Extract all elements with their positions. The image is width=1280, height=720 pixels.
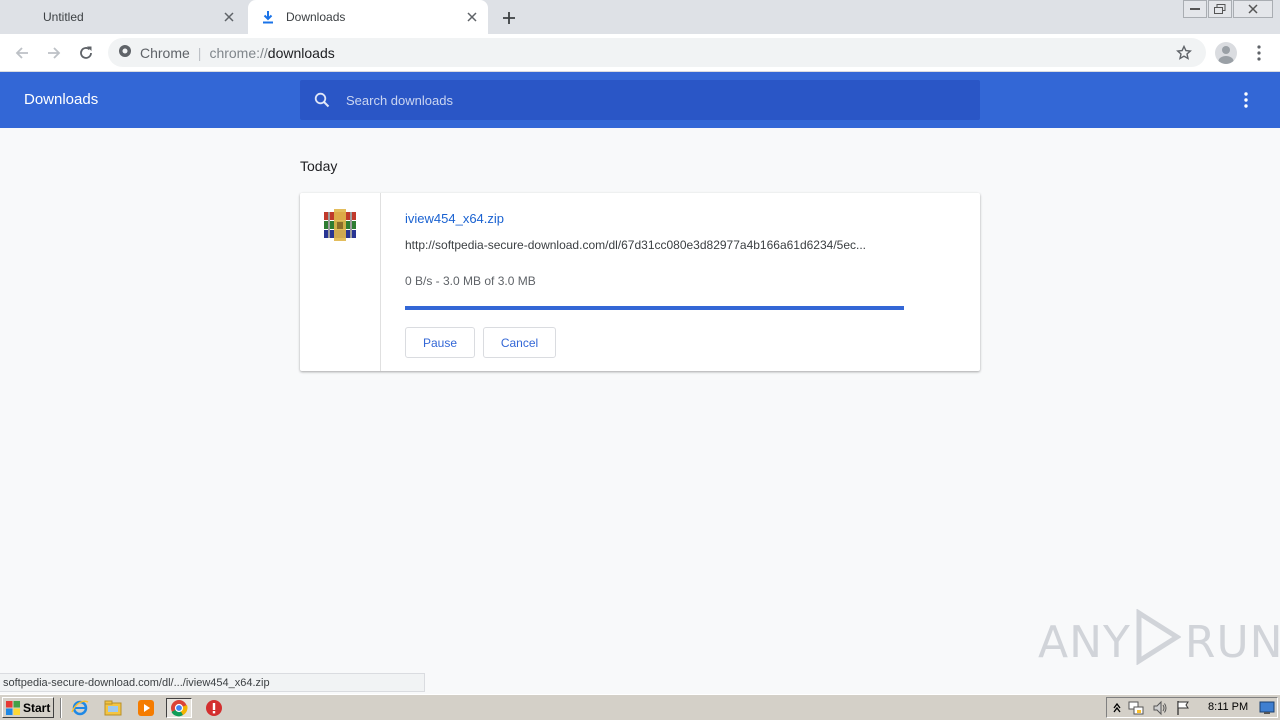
file-name-link[interactable]: iview454_x64.zip	[405, 211, 504, 226]
status-bubble: softpedia-secure-download.com/dl/.../ivi…	[0, 673, 425, 692]
start-label: Start	[23, 700, 51, 715]
play-logo-icon	[1135, 607, 1182, 676]
tab-title: Untitled	[43, 10, 84, 24]
archive-file-icon	[323, 209, 357, 241]
close-window-button[interactable]	[1233, 0, 1273, 18]
section-date: Today	[300, 158, 338, 174]
search-input[interactable]	[346, 92, 946, 108]
url-scheme: chrome://	[209, 44, 268, 61]
chrome-taskbar-icon[interactable]	[166, 698, 192, 718]
chrome-menu-icon[interactable]	[1249, 42, 1269, 64]
omnibox-separator: |	[197, 44, 202, 61]
profile-avatar-icon[interactable]	[1215, 42, 1237, 64]
system-tray: 8:11 PM	[1106, 697, 1278, 718]
file-url: http://softpedia-secure-download.com/dl/…	[405, 238, 867, 252]
download-icon	[260, 9, 276, 25]
browser-toolbar: Chrome | chrome://downloads	[0, 34, 1280, 72]
watermark-left: ANY	[1038, 616, 1131, 668]
reload-button[interactable]	[74, 41, 98, 65]
explorer-icon[interactable]	[100, 698, 126, 718]
volume-icon[interactable]	[1152, 700, 1168, 716]
back-button[interactable]	[10, 41, 34, 65]
search-box[interactable]	[300, 80, 980, 120]
site-label: Chrome	[140, 44, 190, 61]
close-icon[interactable]	[221, 9, 237, 25]
network-icon[interactable]	[1128, 700, 1144, 716]
forward-button[interactable]	[42, 41, 66, 65]
address-bar[interactable]: Chrome | chrome://downloads	[108, 38, 1206, 67]
new-tab-button[interactable]	[498, 7, 520, 29]
tray-clock[interactable]: 8:11 PM	[1208, 701, 1248, 713]
windows-logo-icon	[6, 700, 20, 715]
more-actions-icon[interactable]	[1236, 90, 1256, 110]
close-icon[interactable]	[464, 9, 480, 25]
url-host: downloads	[267, 44, 335, 61]
restore-button[interactable]	[1208, 0, 1232, 18]
downloads-header: Downloads	[0, 72, 1280, 128]
watermark-right: RUN	[1184, 616, 1280, 668]
show-hidden-icons-icon[interactable]	[1109, 700, 1125, 716]
action-center-flag-icon[interactable]	[1175, 700, 1191, 716]
show-desktop-icon[interactable]	[1259, 700, 1275, 716]
cancel-button[interactable]: Cancel	[483, 327, 556, 358]
bookmark-star-icon[interactable]	[1174, 43, 1194, 63]
download-status: 0 B/s - 3.0 MB of 3.0 MB	[405, 274, 536, 288]
chrome-icon	[118, 44, 132, 61]
tab-untitled[interactable]: Untitled	[0, 0, 245, 34]
stop-icon[interactable]	[201, 698, 227, 718]
progress-bar	[405, 306, 904, 310]
tab-downloads[interactable]: Downloads	[248, 0, 488, 34]
internet-explorer-icon[interactable]	[67, 698, 93, 718]
minimize-button[interactable]	[1183, 0, 1207, 18]
start-button[interactable]: Start	[2, 697, 54, 718]
search-icon	[312, 90, 332, 110]
progress-fill	[405, 306, 904, 310]
download-item: iview454_x64.zip http://softpedia-secure…	[300, 193, 980, 371]
page-title: Downloads	[24, 91, 99, 108]
anyrun-watermark: ANY RUN	[1038, 607, 1280, 676]
media-player-icon[interactable]	[133, 698, 159, 718]
taskbar-separator	[60, 698, 62, 718]
taskbar: Start 8:11 PM	[0, 694, 1280, 720]
file-icon-column	[300, 193, 381, 371]
tab-title: Downloads	[286, 10, 346, 24]
tab-strip: Untitled Downloads	[0, 0, 1280, 34]
pause-button[interactable]: Pause	[405, 327, 475, 358]
